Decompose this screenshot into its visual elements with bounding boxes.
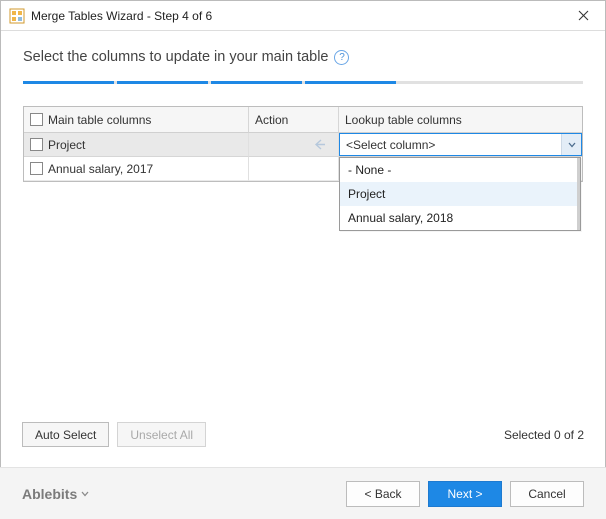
columns-grid: Main table columns Action Lookup table c… <box>23 106 583 182</box>
combo-value: <Select column> <box>346 138 561 152</box>
back-button[interactable]: < Back <box>346 481 420 507</box>
chevron-down-icon <box>568 141 576 149</box>
titlebar: Merge Tables Wizard - Step 4 of 6 <box>1 1 605 31</box>
header-main[interactable]: Main table columns <box>24 107 249 133</box>
row-action-cell <box>249 157 339 181</box>
arrow-left-icon <box>255 139 332 150</box>
row-checkbox[interactable] <box>30 162 43 175</box>
cancel-button[interactable]: Cancel <box>510 481 584 507</box>
row-action-cell <box>249 133 339 157</box>
grid-body: Project <Select column> - None - <box>24 133 582 181</box>
lookup-column-combo[interactable]: <Select column> - None - Project Annual … <box>339 133 582 156</box>
header-action-label: Action <box>255 113 288 127</box>
select-all-checkbox[interactable] <box>30 113 43 126</box>
dropdown-option-annual-salary-2018[interactable]: Annual salary, 2018 <box>340 206 580 230</box>
header-lookup-label: Lookup table columns <box>345 113 462 127</box>
page-heading: Select the columns to update in your mai… <box>23 49 583 65</box>
help-icon[interactable]: ? <box>334 50 349 65</box>
row-label: Project <box>48 138 85 152</box>
step-progress <box>23 81 583 84</box>
lookup-dropdown[interactable]: - None - Project Annual salary, 2018 <box>339 157 581 231</box>
header-lookup[interactable]: Lookup table columns <box>339 107 582 133</box>
window-title: Merge Tables Wizard - Step 4 of 6 <box>31 9 561 23</box>
close-button[interactable] <box>561 1 605 30</box>
header-action[interactable]: Action <box>249 107 339 133</box>
table-row[interactable]: Project <Select column> - None - <box>24 133 582 157</box>
dropdown-option-none[interactable]: - None - <box>340 158 580 182</box>
dropdown-option-project[interactable]: Project <box>340 182 580 206</box>
content-area: Select the columns to update in your mai… <box>1 31 605 182</box>
row-label: Annual salary, 2017 <box>48 162 153 176</box>
row-lookup-cell: <Select column> - None - Project Annual … <box>339 133 582 157</box>
brand-menu[interactable]: Ablebits <box>22 486 89 502</box>
row-checkbox[interactable] <box>30 138 43 151</box>
chevron-down-icon <box>81 490 89 498</box>
footer: Ablebits < Back Next > Cancel <box>0 467 606 519</box>
dropdown-scrollbar[interactable] <box>577 158 580 230</box>
lower-toolbar: Auto Select Unselect All Selected 0 of 2 <box>22 422 584 447</box>
grid-header: Main table columns Action Lookup table c… <box>24 107 582 133</box>
next-button[interactable]: Next > <box>428 481 502 507</box>
header-main-label: Main table columns <box>48 113 151 127</box>
auto-select-button[interactable]: Auto Select <box>22 422 109 447</box>
heading-text: Select the columns to update in your mai… <box>23 49 328 65</box>
row-main-cell[interactable]: Annual salary, 2017 <box>24 157 249 181</box>
brand-label: Ablebits <box>22 486 77 502</box>
app-icon <box>9 8 25 24</box>
selection-status: Selected 0 of 2 <box>504 428 584 442</box>
combo-drop-button[interactable] <box>561 134 581 155</box>
unselect-all-button[interactable]: Unselect All <box>117 422 206 447</box>
row-main-cell[interactable]: Project <box>24 133 249 157</box>
close-icon <box>578 10 589 21</box>
